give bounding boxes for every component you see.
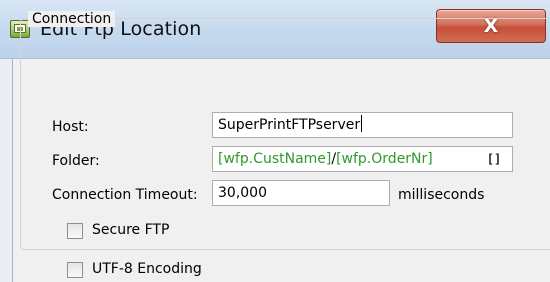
insert-variable-button[interactable]: [] (484, 149, 504, 169)
timeout-unit-label: milliseconds (398, 187, 485, 203)
utf8-encoding-label: UTF-8 Encoding (92, 261, 202, 277)
folder-variable-ordernr: [wfp.OrderNr] (336, 151, 433, 167)
utf8-encoding-checkbox[interactable] (67, 262, 83, 278)
connection-group-label: Connection (28, 11, 116, 27)
text-cursor (361, 115, 363, 132)
connection-timeout-label: Connection Timeout: (52, 187, 198, 203)
folder-label: Folder: (52, 153, 100, 169)
connection-timeout-input[interactable]: 30,000 (212, 180, 390, 206)
folder-input[interactable]: [wfp.CustName]/[wfp.OrderNr] (212, 146, 513, 172)
host-value: SuperPrintFTPserver (218, 117, 361, 133)
host-input[interactable]: SuperPrintFTPserver (212, 112, 513, 138)
secure-ftp-label: Secure FTP (92, 222, 170, 238)
secure-ftp-checkbox[interactable] (67, 223, 83, 239)
folder-variable-custname: [wfp.CustName] (218, 151, 332, 167)
connection-timeout-value: 30,000 (218, 185, 267, 201)
edit-ftp-location-dialog: Edit Ftp Location X Connection Host: Sup… (0, 0, 550, 282)
host-label: Host: (52, 119, 89, 135)
